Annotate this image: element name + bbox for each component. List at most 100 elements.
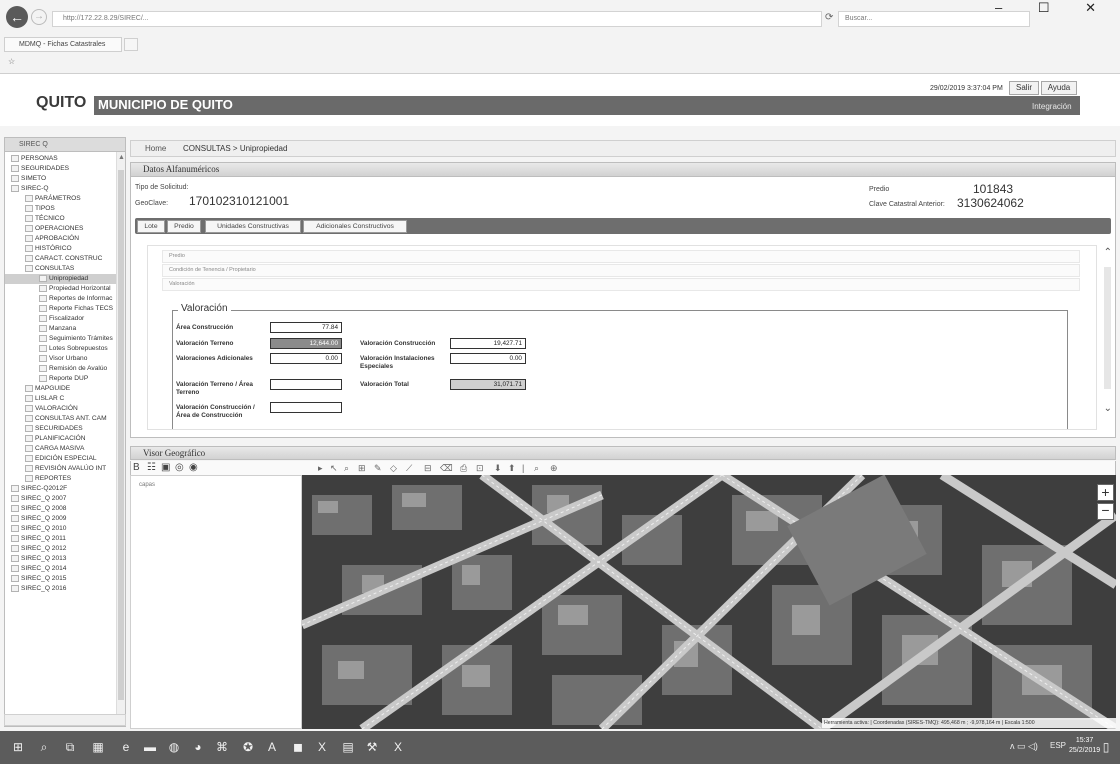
zoom-box-icon[interactable]: ⌕: [344, 463, 349, 474]
sidebar-item[interactable]: TÉCNICO: [5, 214, 125, 224]
sidebar-item[interactable]: SIREC_Q 2014: [5, 564, 125, 574]
zoom-out-button[interactable]: −: [1097, 503, 1114, 520]
erase-icon[interactable]: ⌫: [440, 463, 453, 474]
excel-icon[interactable]: X: [314, 739, 330, 755]
file-explorer-icon[interactable]: ▬: [142, 739, 158, 755]
draw-icon[interactable]: ✎: [374, 463, 382, 474]
select-icon[interactable]: ↖: [330, 463, 338, 474]
back-button[interactable]: ←: [6, 6, 28, 28]
sidebar-item[interactable]: Unipropiedad: [5, 274, 125, 284]
sidebar-item[interactable]: Reportes de Informac: [5, 294, 125, 304]
sidebar-item[interactable]: SIREC_Q 2012: [5, 544, 125, 554]
refresh-map-icon[interactable]: ◎: [175, 462, 184, 473]
sidebar-item[interactable]: HISTÓRICO: [5, 244, 125, 254]
sidebar-item[interactable]: EDICIÓN ESPECIAL: [5, 454, 125, 464]
bookmark-icon[interactable]: ☆: [8, 57, 15, 66]
app-icon-3[interactable]: ◼: [290, 739, 306, 755]
inner-scroll-thumb[interactable]: [1104, 267, 1111, 389]
sidebar-item[interactable]: SIREC_Q 2008: [5, 504, 125, 514]
sidebar-hscrollbar[interactable]: [4, 714, 126, 726]
sidebar-item[interactable]: Remisión de Avalúo: [5, 364, 125, 374]
sidebar-item[interactable]: PARÁMETROS: [5, 194, 125, 204]
sidebar-item[interactable]: Lotes Sobrepuestos: [5, 344, 125, 354]
chevron-down-icon[interactable]: ⌄: [1104, 403, 1112, 414]
sidebar-item[interactable]: Reporte DUP: [5, 374, 125, 384]
sidebar-item[interactable]: SIREC_Q 2016: [5, 584, 125, 594]
new-tab-button[interactable]: [124, 38, 138, 51]
accordion-condicion[interactable]: Condición de Tenencia / Propietario: [162, 264, 1080, 277]
sidebar-item[interactable]: SEGURIDADES: [5, 164, 125, 174]
sidebar-item[interactable]: LISLAR C: [5, 394, 125, 404]
tab-lote[interactable]: Lote: [137, 220, 165, 233]
bold-icon[interactable]: B: [133, 462, 140, 473]
sidebar-item[interactable]: Fiscalizador: [5, 314, 125, 324]
sidebar-item[interactable]: REPORTES: [5, 474, 125, 484]
address-bar[interactable]: http://172.22.8.29/SIREC/...: [52, 11, 822, 27]
sidebar-item[interactable]: SIREC_Q 2010: [5, 524, 125, 534]
sidebar-item[interactable]: CONSULTAS ANT. CAM: [5, 414, 125, 424]
sidebar-item[interactable]: TIPOS: [5, 204, 125, 214]
sidebar-item[interactable]: CARGA MASIVA: [5, 444, 125, 454]
valoracion-total-field[interactable]: 31,071.71: [450, 379, 526, 390]
sidebar-item[interactable]: Seguimiento Trámites: [5, 334, 125, 344]
previous-extent-icon[interactable]: ⬇: [494, 463, 502, 474]
sidebar-item[interactable]: Propiedad Horizontal: [5, 284, 125, 294]
pan-icon[interactable]: ▸: [318, 463, 323, 474]
sidebar-item[interactable]: Visor Urbano: [5, 354, 125, 364]
notifications-icon[interactable]: ▯: [1098, 739, 1114, 755]
valoracion-terreno-area-field[interactable]: [270, 379, 342, 390]
sidebar-item[interactable]: VALORACIÓN: [5, 404, 125, 414]
chrome-icon[interactable]: ◍: [166, 739, 182, 755]
breadcrumb-home[interactable]: Home: [145, 144, 166, 153]
extent-icon[interactable]: ⊕: [550, 463, 558, 474]
app-icon-2[interactable]: ✪: [240, 739, 256, 755]
sidebar-item[interactable]: CARACT. CONSTRUC: [5, 254, 125, 264]
scroll-up-icon[interactable]: ▲: [118, 154, 125, 161]
sidebar-item[interactable]: REVISIÓN AVALÚO INT: [5, 464, 125, 474]
sidebar-item[interactable]: SIREC_Q 2007: [5, 494, 125, 504]
valoracion-instalaciones-field[interactable]: 0.00: [450, 353, 526, 364]
sidebar-item[interactable]: SIMETO: [5, 174, 125, 184]
sidebar-item[interactable]: PLANIFICACIÓN: [5, 434, 125, 444]
sidebar-scrollbar[interactable]: ▲ ▼: [116, 152, 125, 726]
measure-icon[interactable]: ⊞: [358, 463, 366, 474]
layers-icon[interactable]: ☷: [147, 462, 156, 473]
acrobat-icon[interactable]: A: [264, 739, 280, 755]
system-tray-icon[interactable]: ʌ ▭ ◁): [1010, 741, 1038, 752]
tab-unidades-constructivas[interactable]: Unidades Constructivas: [205, 220, 301, 233]
accordion-predio[interactable]: Predio: [162, 250, 1080, 263]
language-indicator[interactable]: ESP: [1050, 741, 1066, 750]
ayuda-button[interactable]: Ayuda: [1041, 81, 1077, 95]
forward-button[interactable]: →: [31, 9, 47, 25]
map-view[interactable]: [302, 475, 1116, 729]
clock[interactable]: 15:37 25/2/2019: [1069, 736, 1100, 756]
ie-browser-icon[interactable]: e: [118, 739, 134, 755]
valoracion-construccion-field[interactable]: 19,427.71: [450, 338, 526, 349]
app-icon-6[interactable]: X: [390, 739, 406, 755]
browser-tab[interactable]: MDMQ - Fichas Catastrales: [4, 37, 122, 52]
next-extent-icon[interactable]: ⬆: [508, 463, 516, 474]
search-map-icon[interactable]: ⌕: [534, 463, 539, 474]
tab-predio[interactable]: Predio: [167, 220, 201, 233]
salir-button[interactable]: Salir: [1009, 81, 1039, 95]
save-icon[interactable]: ▣: [161, 462, 170, 473]
sidebar-item[interactable]: SIREC_Q 2015: [5, 574, 125, 584]
print-icon-2[interactable]: ⊡: [476, 463, 484, 474]
print-icon[interactable]: ⎙: [460, 463, 467, 474]
app-icon-1[interactable]: ⌘: [214, 739, 230, 755]
sidebar-item[interactable]: APROBACIÓN: [5, 234, 125, 244]
sidebar-item[interactable]: MAPGUIDE: [5, 384, 125, 394]
valoracion-construccion-area-field[interactable]: [270, 402, 342, 413]
window-controls[interactable]: – ☐ ✕: [995, 0, 1112, 16]
sidebar-item[interactable]: SIREC_Q 2009: [5, 514, 125, 524]
sidebar-item[interactable]: PERSONAS: [5, 154, 125, 164]
sidebar-item[interactable]: Reporte Fichas TECS: [5, 304, 125, 314]
zoom-in-button[interactable]: +: [1097, 484, 1114, 501]
grid-icon[interactable]: ⊟: [424, 463, 432, 474]
sidebar-item[interactable]: CONSULTAS: [5, 264, 125, 274]
tab-adicionales-constructivos[interactable]: Adicionales Constructivos: [303, 220, 407, 233]
valoraciones-adicionales-field[interactable]: 0.00: [270, 353, 342, 364]
windows-start-icon[interactable]: ⊞: [10, 739, 26, 755]
chevron-up-icon[interactable]: ⌃: [1104, 247, 1112, 258]
scroll-thumb[interactable]: [118, 170, 124, 700]
